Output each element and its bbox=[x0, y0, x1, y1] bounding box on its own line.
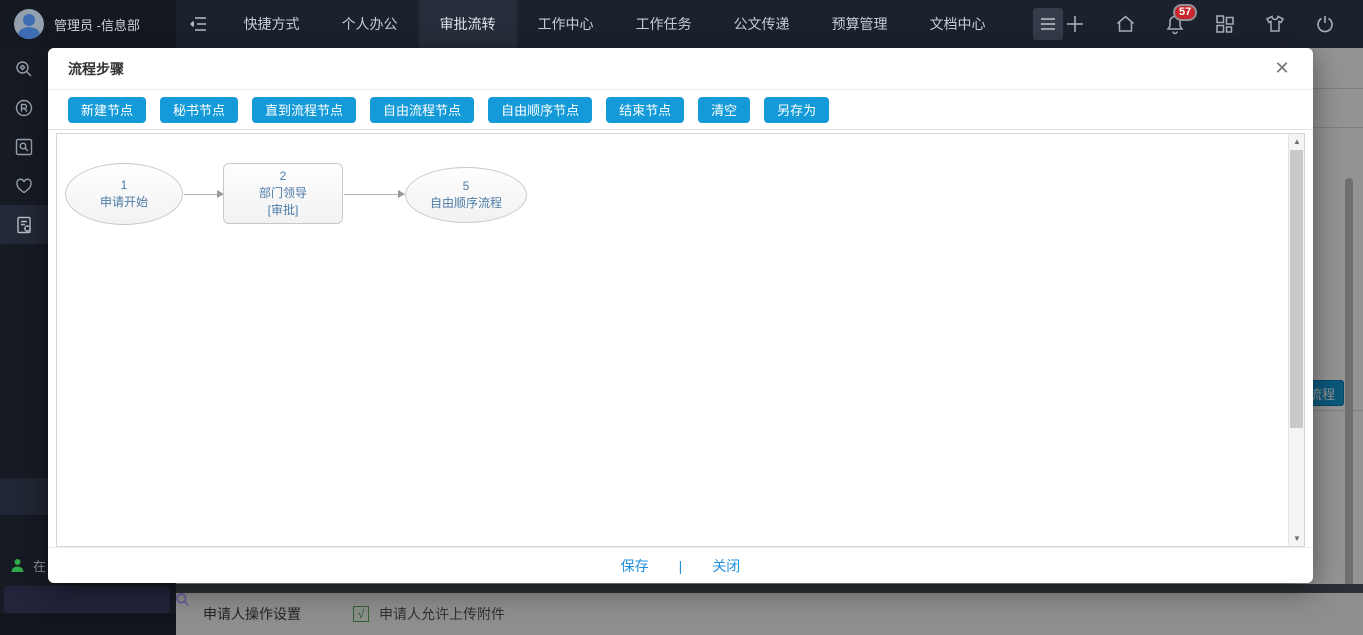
save-as-button[interactable]: 另存为 bbox=[764, 96, 830, 123]
until-flow-node-button[interactable]: 直到流程节点 bbox=[252, 96, 357, 123]
node-sublabel: [审批] bbox=[267, 202, 299, 217]
flow-canvas[interactable]: 1 申请开始 2 部门领导 [审批] 5 自由顺序流程 ▲ ▼ bbox=[56, 133, 1305, 547]
person-online-icon bbox=[11, 559, 24, 572]
free-flow-node-button[interactable]: 自由流程节点 bbox=[370, 96, 475, 123]
close-button[interactable]: 关闭 bbox=[712, 556, 740, 576]
flow-node-free-sequence[interactable]: 5 自由顺序流程 bbox=[405, 167, 527, 223]
node-label: 部门领导 bbox=[258, 186, 307, 201]
nav-item-work-tasks[interactable]: 工作任务 bbox=[615, 0, 713, 48]
app-window: 管理员 -信息部 快捷方式 个人办公 审批流转 工作中心 工作任务 公文传递 预… bbox=[0, 0, 1363, 635]
scroll-thumb[interactable] bbox=[1290, 150, 1303, 428]
sidebar-search bbox=[4, 586, 190, 613]
save-button[interactable]: 保存 bbox=[621, 556, 649, 576]
search-icon[interactable] bbox=[175, 592, 190, 607]
arrowhead-icon bbox=[398, 190, 405, 198]
secretary-node-button[interactable]: 秘书节点 bbox=[160, 96, 239, 123]
topbar: 管理员 -信息部 快捷方式 个人办公 审批流转 工作中心 工作任务 公文传递 预… bbox=[0, 0, 1363, 48]
clear-button[interactable]: 清空 bbox=[698, 96, 751, 123]
canvas-scrollbar[interactable]: ▲ ▼ bbox=[1288, 134, 1304, 546]
scroll-down-icon[interactable]: ▼ bbox=[1289, 531, 1304, 546]
shirt-icon[interactable] bbox=[1263, 12, 1287, 36]
bell-icon[interactable]: 57 bbox=[1163, 4, 1198, 36]
flow-node-start[interactable]: 1 申请开始 bbox=[65, 163, 183, 225]
flow-edge bbox=[344, 190, 405, 198]
flow-edge bbox=[184, 190, 224, 198]
nav-item-personal-office[interactable]: 个人办公 bbox=[321, 0, 419, 48]
node-number: 1 bbox=[120, 178, 128, 193]
scroll-up-icon[interactable]: ▲ bbox=[1289, 134, 1304, 149]
node-number: 2 bbox=[279, 169, 287, 184]
power-icon[interactable] bbox=[1313, 12, 1337, 36]
doc-gear-icon[interactable] bbox=[0, 205, 48, 244]
home-icon[interactable] bbox=[1113, 12, 1137, 36]
heart-icon[interactable] bbox=[0, 166, 48, 205]
process-steps-modal: 流程步骤 ✕ 新建节点 秘书节点 直到流程节点 自由流程节点 自由顺序节点 结束… bbox=[48, 48, 1313, 583]
sidebar-footer bbox=[0, 614, 176, 635]
nav-item-budget-management[interactable]: 预算管理 bbox=[811, 0, 909, 48]
more-menu-icon[interactable] bbox=[1032, 8, 1063, 40]
search-gear-icon[interactable] bbox=[0, 49, 48, 88]
avatar bbox=[14, 9, 44, 39]
sidebar-search-input[interactable] bbox=[4, 586, 175, 613]
footer-divider: | bbox=[678, 557, 683, 574]
nav-item-document-center[interactable]: 文档中心 bbox=[909, 0, 1007, 48]
nav-item-shortcuts[interactable]: 快捷方式 bbox=[223, 0, 321, 48]
node-label: 自由顺序流程 bbox=[429, 196, 502, 210]
doc-search-icon[interactable] bbox=[0, 127, 48, 166]
nav-item-document-delivery[interactable]: 公文传递 bbox=[713, 0, 811, 48]
nav-item-approval-flow[interactable]: 审批流转 bbox=[418, 0, 517, 48]
modal-title: 流程步骤 bbox=[68, 60, 124, 77]
close-icon[interactable]: ✕ bbox=[1271, 58, 1293, 80]
user-name: 管理员 -信息部 bbox=[54, 17, 140, 33]
nav-item-work-center[interactable]: 工作中心 bbox=[517, 0, 615, 48]
user-block[interactable]: 管理员 -信息部 bbox=[0, 0, 176, 48]
node-label: 申请开始 bbox=[99, 195, 148, 209]
topbar-actions: 57 bbox=[1063, 4, 1363, 36]
flow-node-dept-leader[interactable]: 2 部门领导 [审批] bbox=[223, 163, 343, 224]
modal-footer: 保存 | 关闭 bbox=[48, 547, 1313, 583]
online-label: 在 bbox=[33, 559, 47, 574]
free-sequence-node-button[interactable]: 自由顺序节点 bbox=[488, 96, 593, 123]
plus-icon[interactable] bbox=[1063, 12, 1087, 36]
end-node-button[interactable]: 结束节点 bbox=[606, 96, 685, 123]
modal-header: 流程步骤 ✕ bbox=[48, 48, 1313, 90]
main-nav: 快捷方式 个人办公 审批流转 工作中心 工作任务 公文传递 预算管理 文档中心 bbox=[223, 0, 1007, 48]
menu-fold-icon[interactable] bbox=[176, 0, 223, 48]
new-node-button[interactable]: 新建节点 bbox=[68, 96, 147, 123]
notification-badge: 57 bbox=[1173, 4, 1198, 21]
circle-r-icon[interactable] bbox=[0, 88, 48, 127]
grid-icon[interactable] bbox=[1213, 12, 1237, 36]
node-number: 5 bbox=[462, 179, 470, 194]
modal-toolbar: 新建节点 秘书节点 直到流程节点 自由流程节点 自由顺序节点 结束节点 清空 另… bbox=[48, 90, 1313, 130]
online-row: 在 bbox=[10, 556, 46, 575]
